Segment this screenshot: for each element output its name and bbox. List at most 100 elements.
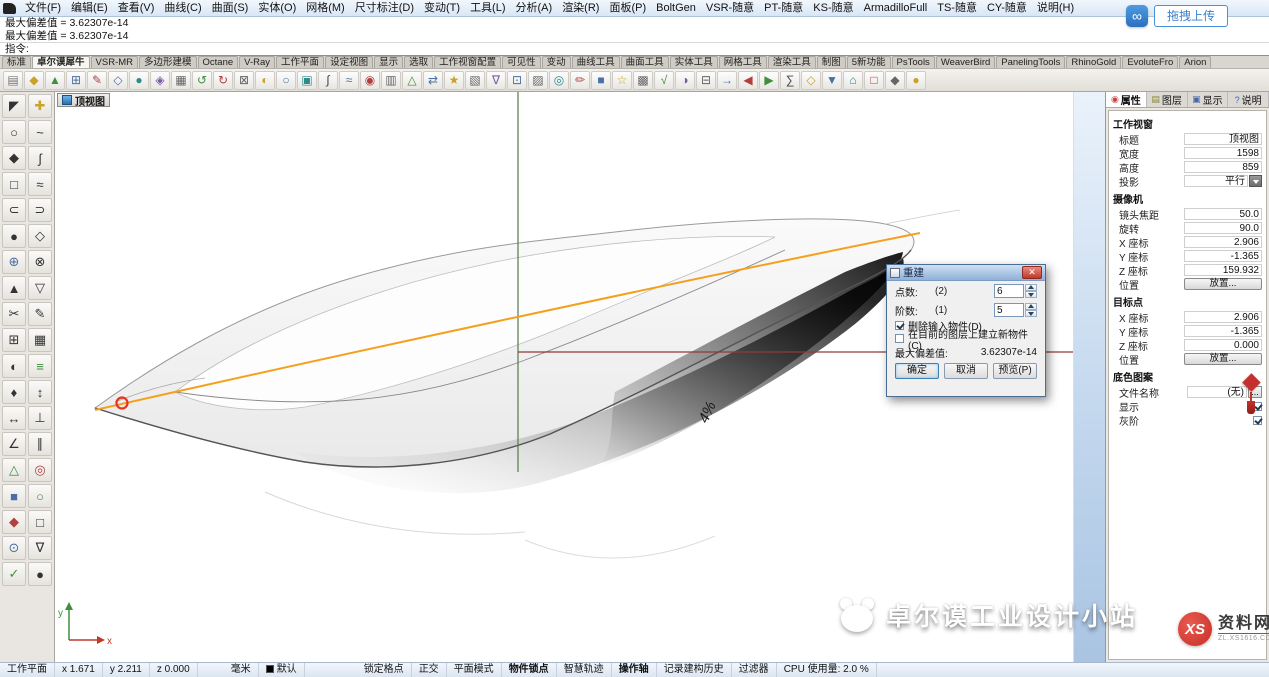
toolbar-icon[interactable]: → <box>717 71 737 90</box>
status-toggle[interactable]: 正交 <box>412 663 447 677</box>
toolbar-icon[interactable]: ● <box>129 71 149 90</box>
toolbar-tab[interactable]: 卓尔谟犀牛 <box>32 56 90 68</box>
toolbar-icon[interactable]: ▦ <box>171 71 191 90</box>
menu-item[interactable]: 渲染(R) <box>557 0 604 16</box>
menu-item[interactable]: 工具(L) <box>465 0 510 16</box>
toolbar-icon[interactable]: ∫ <box>318 71 338 90</box>
toolbar-tab[interactable]: RhinoGold <box>1066 56 1121 68</box>
left-toolbar-icon[interactable]: ○ <box>28 484 52 508</box>
command-prompt[interactable]: 指令: <box>0 43 1269 56</box>
command-history[interactable]: 最大偏差值 = 3.62307e-14 最大偏差值 = 3.62307e-14 <box>0 17 1269 43</box>
checkbox[interactable] <box>895 321 904 330</box>
toolbar-tab[interactable]: 可见性 <box>502 56 541 68</box>
menu-item[interactable]: 曲面(S) <box>207 0 254 16</box>
menu-item[interactable]: CY-随意 <box>982 0 1032 16</box>
menu-item[interactable]: 尺寸标注(D) <box>350 0 419 16</box>
toolbar-icon[interactable]: ⇄ <box>423 71 443 90</box>
left-toolbar-icon[interactable]: ◤ <box>2 94 26 118</box>
left-toolbar-icon[interactable]: ≈ <box>28 172 52 196</box>
left-toolbar-icon[interactable]: ✚ <box>28 94 52 118</box>
left-toolbar-icon[interactable]: ◐ <box>2 354 26 378</box>
dialog-input[interactable]: 5 <box>994 303 1024 317</box>
left-toolbar-icon[interactable]: ⊗ <box>28 250 52 274</box>
left-toolbar-icon[interactable]: ◆ <box>2 510 26 534</box>
toolbar-icon[interactable]: ✎ <box>87 71 107 90</box>
toolbar-tab[interactable]: 变动 <box>542 56 571 68</box>
toolbar-tab[interactable]: Octane <box>198 56 239 68</box>
toolbar-tab[interactable]: 显示 <box>374 56 403 68</box>
toolbar-icon[interactable]: ☆ <box>612 71 632 90</box>
toolbar-icon[interactable]: ⌂ <box>843 71 863 90</box>
toolbar-icon[interactable]: ▣ <box>297 71 317 90</box>
panel-row-value[interactable]: 2.906 <box>1184 311 1262 323</box>
left-toolbar-icon[interactable]: □ <box>28 510 52 534</box>
menu-item[interactable]: KS-随意 <box>808 0 858 16</box>
toolbar-icon[interactable]: ⊡ <box>507 71 527 90</box>
left-toolbar-icon[interactable]: ✎ <box>28 302 52 326</box>
toolbar-icon[interactable]: ◀ <box>738 71 758 90</box>
viewport-tab[interactable]: 顶视图 <box>57 93 110 107</box>
status-toggle[interactable]: 平面模式 <box>447 663 502 677</box>
toolbar-icon[interactable]: ▶ <box>759 71 779 90</box>
left-toolbar-icon[interactable]: ◎ <box>28 458 52 482</box>
toolbar-icon[interactable]: ★ <box>444 71 464 90</box>
spinner-up-button[interactable] <box>1025 284 1037 291</box>
toolbar-icon[interactable]: ⊠ <box>234 71 254 90</box>
left-toolbar-icon[interactable]: ◆ <box>2 146 26 170</box>
left-toolbar-icon[interactable]: ⊕ <box>2 250 26 274</box>
dropdown-button[interactable] <box>1249 175 1262 187</box>
left-toolbar-icon[interactable]: ■ <box>2 484 26 508</box>
toolbar-icon[interactable]: ● <box>906 71 926 90</box>
toolbar-icon[interactable]: ⊞ <box>66 71 86 90</box>
cancel-button[interactable]: 取消 <box>944 363 988 379</box>
panel-row-value[interactable]: 859 <box>1184 161 1262 173</box>
left-toolbar-icon[interactable]: ♦ <box>2 380 26 404</box>
menu-item[interactable]: 分析(A) <box>511 0 558 16</box>
menu-item[interactable]: 文件(F) <box>20 0 66 16</box>
toolbar-tab[interactable]: PanelingTools <box>996 56 1065 68</box>
status-toggle[interactable]: 记录建构历史 <box>657 663 732 677</box>
left-toolbar-icon[interactable]: ~ <box>28 120 52 144</box>
left-toolbar-icon[interactable]: ● <box>28 562 52 586</box>
toolbar-tab[interactable]: 曲面工具 <box>621 56 669 68</box>
menu-item[interactable]: 网格(M) <box>301 0 350 16</box>
toolbar-tab[interactable]: 选取 <box>404 56 433 68</box>
toolbar-icon[interactable]: ▥ <box>381 71 401 90</box>
panel-row-value[interactable]: 90.0 <box>1184 222 1262 234</box>
toolbar-icon[interactable]: √ <box>654 71 674 90</box>
status-toggle[interactable]: 智慧轨迹 <box>557 663 612 677</box>
toolbar-icon[interactable]: △ <box>402 71 422 90</box>
toolbar-tab[interactable]: 制图 <box>817 56 846 68</box>
status-toggle[interactable]: 过滤器 <box>732 663 777 677</box>
toolbar-icon[interactable]: ↻ <box>213 71 233 90</box>
close-button[interactable]: ✕ <box>1022 266 1042 279</box>
status-toggle[interactable]: 物件锁点 <box>502 663 557 677</box>
left-toolbar-icon[interactable]: ↕ <box>28 380 52 404</box>
left-toolbar-icon[interactable]: ⊞ <box>2 328 26 352</box>
ok-button[interactable]: 确定 <box>895 363 939 379</box>
toolbar-tab[interactable]: 5新功能 <box>847 56 891 68</box>
toolbar-icon[interactable]: ≈ <box>339 71 359 90</box>
toolbar-tab[interactable]: 工作平面 <box>276 56 324 68</box>
panel-row-value[interactable]: 顶视图 <box>1184 133 1262 145</box>
toolbar-icon[interactable]: ◈ <box>150 71 170 90</box>
panel-row-value[interactable]: (无) <box>1187 386 1247 398</box>
link-icon[interactable]: ∞ <box>1126 5 1148 27</box>
status-toggle[interactable]: 操作轴 <box>612 663 657 677</box>
panel-tab[interactable]: ▣显示 <box>1188 92 1229 107</box>
toolbar-icon[interactable]: ▩ <box>633 71 653 90</box>
toolbar-tab[interactable]: 标准 <box>2 56 31 68</box>
toolbar-tab[interactable]: 网格工具 <box>719 56 767 68</box>
toolbar-tab[interactable]: V-Ray <box>239 56 275 68</box>
toolbar-icon[interactable]: ■ <box>591 71 611 90</box>
toolbar-tab[interactable]: 多边形建模 <box>139 56 197 68</box>
left-toolbar-icon[interactable]: ◇ <box>28 224 52 248</box>
toolbar-icon[interactable]: ▤ <box>3 71 23 90</box>
toolbar-tab[interactable]: VSR-MR <box>91 56 138 68</box>
left-toolbar-icon[interactable]: ⊥ <box>28 406 52 430</box>
dialog-title-bar[interactable]: 重建 ✕ <box>887 265 1045 281</box>
toolbar-tab[interactable]: 设定视图 <box>325 56 373 68</box>
left-toolbar-icon[interactable]: ⊂ <box>2 198 26 222</box>
spinner-down-button[interactable] <box>1025 310 1037 317</box>
toolbar-icon[interactable]: ✏ <box>570 71 590 90</box>
